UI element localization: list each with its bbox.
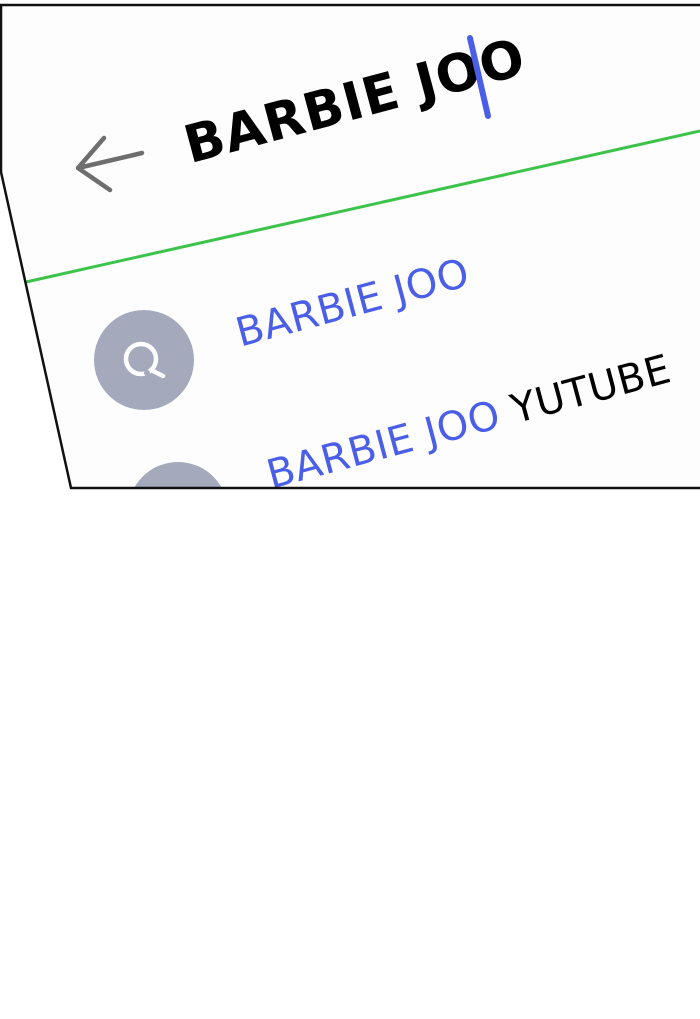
suggestion-search-icon	[94, 310, 194, 410]
suggestion-match-text: BARBIE JOO	[231, 249, 475, 357]
back-button[interactable]	[66, 126, 148, 196]
search-icon	[128, 462, 228, 490]
search-input[interactable]: BARBIE JOO	[178, 27, 532, 176]
phone-screen: BARBIE JOO BARBIE JOO BARBIE JOO YUTUBE	[0, 5, 700, 490]
suggestion-item[interactable]: BARBIE JOO YUTUBE	[262, 346, 676, 490]
suggestion-rest-text: YUTUBE	[493, 346, 676, 437]
search-query: BARBIE JOO	[178, 27, 532, 176]
search-icon	[123, 341, 166, 379]
blank-area	[0, 490, 700, 1019]
suggestion-search-icon	[128, 462, 228, 490]
suggestion-match-text: BARBIE JOO	[262, 391, 506, 490]
arrow-left-icon	[75, 135, 145, 193]
comic-panel: BARBIE JOO BARBIE JOO BARBIE JOO YUTUBE	[0, 5, 700, 490]
suggestion-item[interactable]: BARBIE JOO	[231, 250, 474, 356]
